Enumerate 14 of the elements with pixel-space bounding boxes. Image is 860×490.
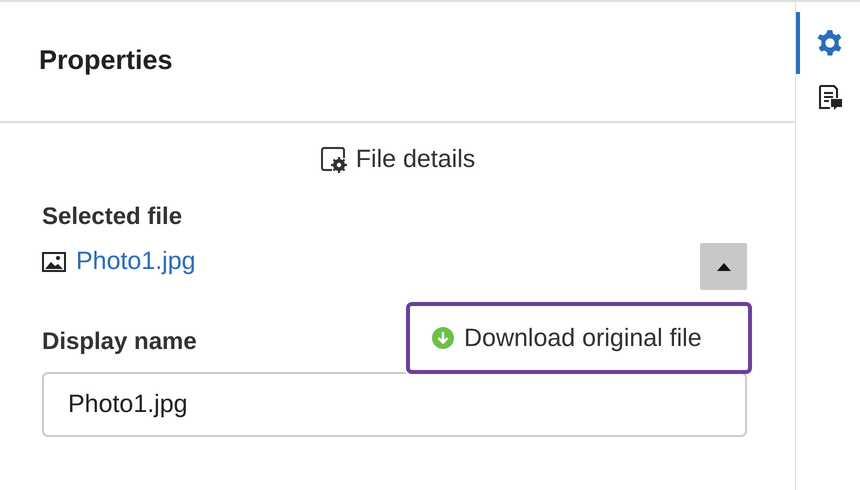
settings-icon (816, 29, 844, 57)
file-link[interactable]: Photo1.jpg (76, 247, 196, 276)
section-title: File details (356, 145, 476, 174)
download-icon (432, 327, 454, 349)
field-label: Display name (42, 328, 197, 356)
menu-item[interactable]: Download original file (406, 302, 752, 374)
file-settings-icon (320, 146, 348, 174)
panel-title: Properties (39, 45, 173, 76)
caret-icon (716, 262, 730, 270)
field-label: Selected file (42, 203, 182, 231)
input-field[interactable]: Photo1.jpg (42, 372, 747, 437)
menu-toggle-button[interactable] (700, 243, 747, 290)
document-comment-icon (817, 84, 843, 112)
image-icon (42, 252, 66, 272)
